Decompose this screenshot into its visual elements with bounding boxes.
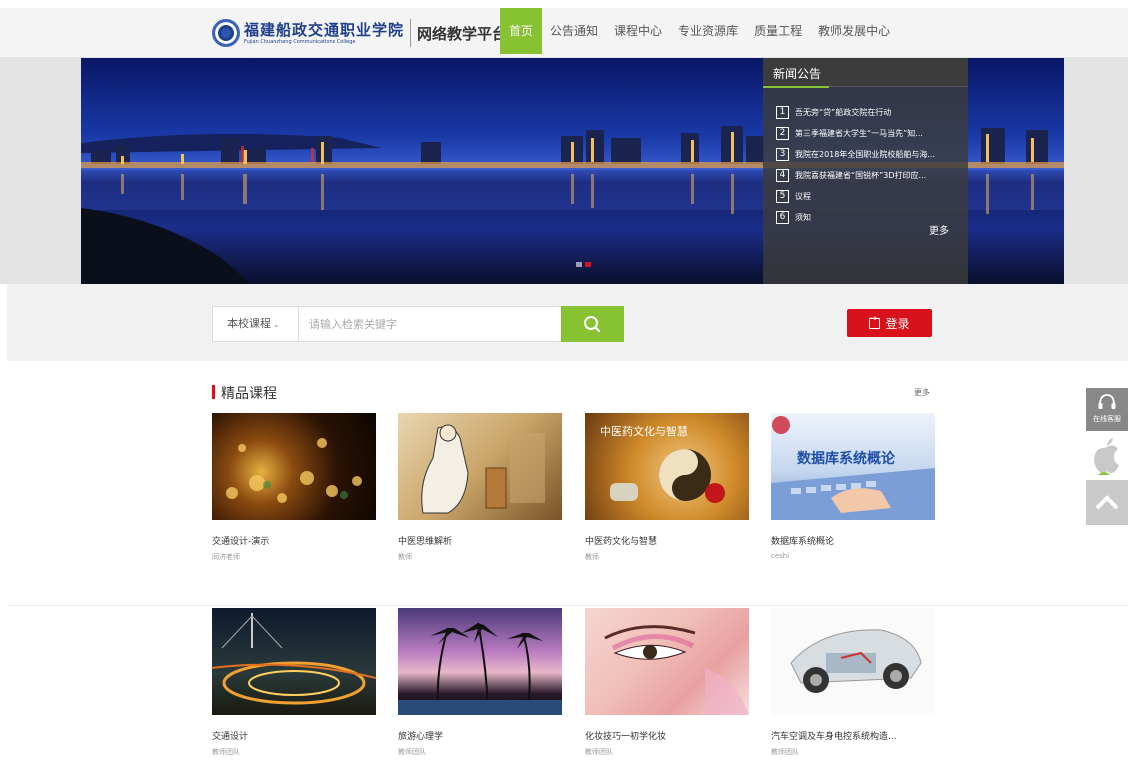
course-author: 教师团队	[212, 748, 240, 756]
course-card[interactable]: 化妆技巧一初学化妆 教师团队	[585, 608, 749, 756]
course-author: ceshi	[771, 552, 790, 560]
logo-english-name: Fujian Chuanzheng Communications College	[244, 38, 356, 45]
section-title: 精品课程	[221, 386, 277, 402]
chevron-down-icon: ⌄	[273, 320, 280, 329]
news-text: 议程	[795, 192, 811, 201]
search-scope-select[interactable]: 本校课程 ⌄	[213, 307, 299, 341]
course-title[interactable]: 旅游心理学	[398, 729, 443, 742]
carousel-dot-1[interactable]	[576, 262, 582, 267]
headset-icon	[1098, 394, 1116, 409]
course-title[interactable]: 交通设计	[212, 729, 248, 742]
news-item[interactable]: 5 议程	[776, 186, 945, 207]
thumb-overlay-text: 数据库系统概论	[797, 450, 896, 467]
course-author: 同济老师	[212, 553, 240, 561]
course-author: 教师团队	[585, 748, 613, 756]
right-float-toolbar: 在线客服	[1086, 388, 1128, 525]
search-box: 本校课程 ⌄	[212, 306, 624, 342]
login-label: 登录	[885, 316, 910, 331]
news-text: 我院喜获福建省“国锐杯”3D打印应...	[795, 171, 927, 180]
course-author: 教师团队	[771, 748, 799, 756]
section-more-link[interactable]: 更多	[914, 387, 930, 398]
chevron-up-icon	[1095, 495, 1119, 510]
news-item[interactable]: 2 第三季福建省大学生“一马当先”知...	[776, 123, 945, 144]
search-input[interactable]	[299, 307, 561, 341]
course-card[interactable]: 中医药文化与智慧 中医药文化与智慧 教师	[585, 413, 749, 561]
nav-teacher-development[interactable]: 教师发展中心	[810, 8, 898, 54]
course-title[interactable]: 交通设计-演示	[212, 534, 269, 547]
app-download-button[interactable]	[1086, 433, 1128, 478]
news-title: 新闻公告	[773, 67, 822, 81]
highway-interchange-image	[212, 608, 376, 715]
nav-announcements[interactable]: 公告通知	[542, 8, 606, 54]
platform-title: 网络教学平台	[417, 24, 508, 43]
logo-chinese-name: 福建船政交通职业学院	[244, 20, 405, 39]
news-number: 2	[776, 127, 789, 140]
tcm-scholar-image	[398, 413, 562, 520]
carousel-dot-2[interactable]	[585, 262, 591, 267]
news-title-underline	[763, 86, 829, 88]
top-header: 福建船政交通职业学院 Fujian Chuanzheng Communicati…	[0, 8, 1128, 58]
course-title[interactable]: 数据库系统概论	[771, 534, 834, 547]
news-text: 第三季福建省大学生“一马当先”知...	[795, 129, 923, 138]
news-number: 4	[776, 169, 789, 182]
car-chassis-image	[771, 608, 935, 715]
login-icon	[869, 314, 881, 329]
college-logo[interactable]: 福建船政交通职业学院 Fujian Chuanzheng Communicati…	[212, 17, 507, 49]
news-item[interactable]: 4 我院喜获福建省“国锐杯”3D打印应...	[776, 165, 945, 186]
svg-text:中医药文化与智慧: 中医药文化与智慧	[600, 424, 688, 438]
college-emblem-icon	[212, 19, 240, 47]
course-author: 教师	[585, 553, 599, 561]
back-to-top-button[interactable]	[1086, 480, 1128, 525]
course-card[interactable]: 数据库系统概论 数据库系统概论 ceshi	[771, 413, 935, 560]
news-number: 1	[776, 106, 789, 119]
palm-tree-sunset-image	[398, 608, 562, 715]
makeup-eye-image	[585, 608, 749, 715]
news-list: 1 吾无旁“贷”船政交院在行动 2 第三季福建省大学生“一马当先”知... 3 我院在…	[776, 102, 945, 228]
main-nav: 首页 公告通知 课程中心 专业资源库 质量工程 教师发展中心	[500, 8, 898, 54]
logo-separator	[410, 19, 412, 47]
news-number: 6	[776, 211, 789, 224]
news-text: 须知	[795, 213, 811, 222]
nav-home[interactable]: 首页	[500, 8, 543, 54]
news-item[interactable]: 3 我院在2018年全国职业院校船舶与海...	[776, 144, 945, 165]
nav-quality-project[interactable]: 质量工程	[746, 8, 810, 54]
login-button[interactable]: 登录	[847, 309, 932, 337]
course-author: 教师	[398, 553, 412, 561]
news-text: 吾无旁“贷”船政交院在行动	[795, 108, 892, 117]
course-author: 教师团队	[398, 748, 426, 756]
android-icon	[1098, 472, 1110, 475]
keyboard-image: 数据库系统概论	[771, 413, 935, 520]
news-item[interactable]: 6 须知	[776, 207, 945, 228]
bokeh-lights-image	[212, 413, 376, 520]
course-title[interactable]: 汽车空调及车身电控系统构造...	[771, 729, 897, 742]
news-text: 我院在2018年全国职业院校船舶与海...	[795, 150, 935, 159]
course-card[interactable]: 交通设计-演示 同济老师	[212, 413, 376, 561]
search-icon	[584, 316, 601, 333]
apple-icon	[1094, 438, 1119, 473]
news-panel: 新闻公告 1 吾无旁“贷”船政交院在行动 2 第三季福建省大学生“一马当先”知...…	[763, 58, 968, 284]
online-service-label: 在线客服	[1093, 415, 1121, 423]
news-more-link[interactable]: 更多	[929, 222, 949, 237]
nav-resource-library[interactable]: 专业资源库	[670, 8, 746, 54]
course-title[interactable]: 中医药文化与智慧	[585, 534, 657, 547]
news-number: 3	[776, 148, 789, 161]
news-item[interactable]: 1 吾无旁“贷”船政交院在行动	[776, 102, 945, 123]
online-service-button[interactable]: 在线客服	[1086, 388, 1128, 431]
nav-course-center[interactable]: 课程中心	[606, 8, 670, 54]
course-card[interactable]: 中医思维解析 教师	[398, 413, 562, 561]
carousel-dots	[576, 262, 591, 267]
search-scope-label: 本校课程	[227, 317, 271, 330]
course-card[interactable]: 交通设计 教师团队	[212, 608, 376, 756]
yin-yang-herbs-image: 中医药文化与智慧	[585, 413, 749, 520]
section-title-marker	[212, 385, 215, 399]
news-header: 新闻公告	[763, 58, 968, 88]
course-title[interactable]: 化妆技巧一初学化妆	[585, 729, 666, 742]
search-button[interactable]	[561, 306, 624, 342]
course-card[interactable]: 汽车空调及车身电控系统构造... 教师团队	[771, 608, 935, 756]
course-title[interactable]: 中医思维解析	[398, 534, 452, 547]
news-number: 5	[776, 190, 789, 203]
course-card[interactable]: 旅游心理学 教师团队	[398, 608, 562, 756]
row-divider	[7, 605, 1128, 606]
